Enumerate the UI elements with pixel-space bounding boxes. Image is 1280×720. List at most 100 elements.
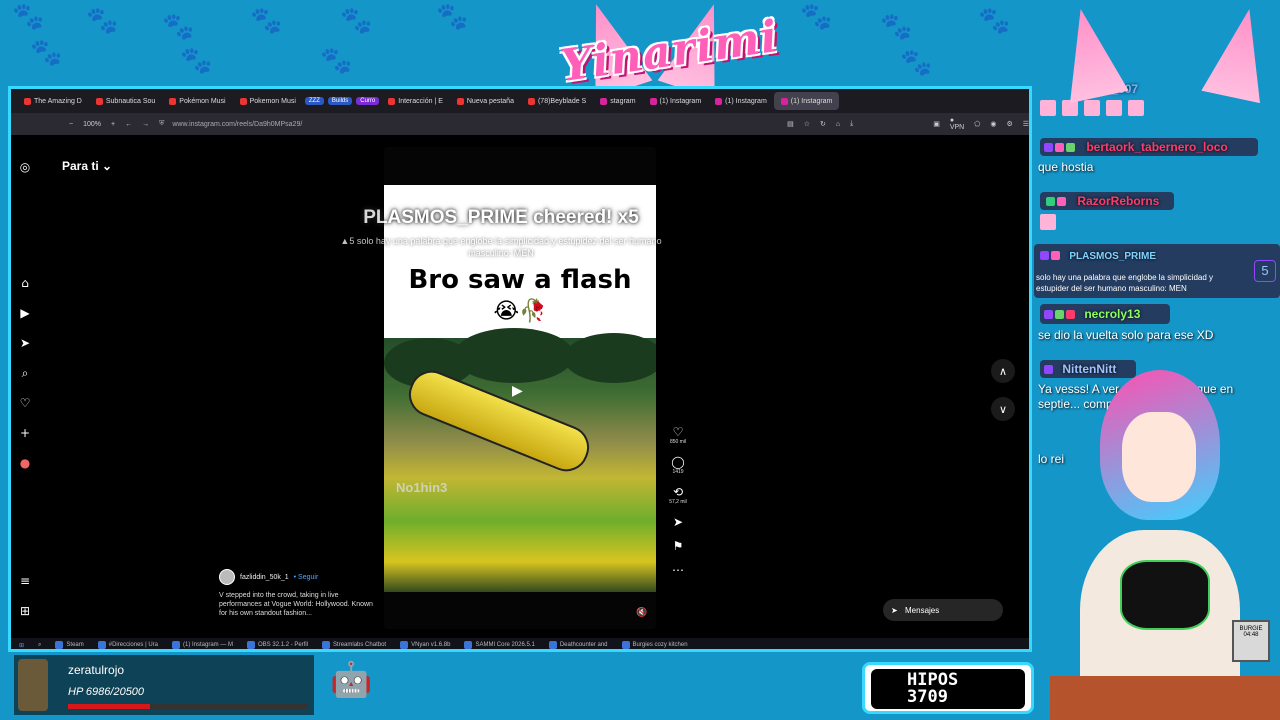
back-icon[interactable]: ← [125,121,132,128]
create-nav-icon[interactable]: + [17,425,33,441]
tab-favicon-icon [456,97,464,105]
search-icon[interactable]: ⌕ [38,642,41,649]
tab-favicon-icon [527,97,535,105]
home-nav-icon[interactable]: ⌂ [17,275,33,291]
paw-decoration: 🐾 [978,6,1011,36]
taskbar-label: Steam [66,642,84,648]
cheer-amount: 5 [349,236,355,246]
action-count: 57,2 mil [669,499,687,505]
chat-message: se dio la vuelta solo para ese XD [1038,328,1214,342]
zoom-in-button[interactable]: + [111,121,115,128]
action-count: 1419 [672,469,684,475]
paw-decoration: 🐾 [800,2,833,32]
comment-button[interactable]: ◯ 1419 [671,455,684,475]
repost-button[interactable]: ⟲ 57,2 mil [669,485,687,505]
burgie-widget: BURGIE 04:48 [1232,620,1270,662]
browser-tab[interactable]: (78)Beyblade S [521,89,593,113]
hp-text: HP 6986/20500 [68,686,145,698]
more-button[interactable]: ⋯ [672,563,684,577]
url-input[interactable]: ⛨ www.instagram.com/reels/Da9h0MPsa29/ [159,116,667,132]
more-nav-icon[interactable]: ≡ [17,573,33,589]
cheer-message-text: solo hay una palabra que englobe la simp… [356,236,662,258]
tab-bar: The Amazing D Subnautica Sou Pokémon Musi P… [11,89,1029,113]
more-icon: ⋯ [672,563,684,577]
bookmark-button[interactable]: ⚑ [673,539,684,553]
paw-decoration: 🐾 [86,6,119,36]
notifications-nav-icon[interactable]: ♡ [17,395,33,411]
home-icon[interactable]: ⌂ [836,121,840,128]
tab-label: Pokémon Musi [179,97,226,105]
taskbar-item[interactable]: (1) Instagram — M [172,641,233,649]
taskbar-item[interactable]: SAMMI Core 2026.5.1 [464,641,535,649]
url-text: www.instagram.com/reels/Da9h0MPsa29/ [172,120,303,128]
settings-icon[interactable]: ⚙ [1006,120,1012,128]
reels-nav-icon[interactable]: ▶ [17,305,33,321]
browser-tab[interactable]: The Amazing D [17,89,89,113]
chat-user: necroly13 [1044,307,1140,321]
taskbar-item[interactable]: #Direcciones | Ura [97,641,158,649]
browser-tab[interactable]: Pokemon Musi [233,89,303,113]
instagram-icon[interactable]: ◎ [17,159,33,175]
heart-button[interactable]: ♡ 850 mil [670,425,686,445]
puzzle-icon[interactable]: ⬠ [974,120,980,128]
taskbar-item[interactable]: VNyan v1.6.8b [400,641,450,649]
avatar[interactable] [219,569,235,585]
action-count: 850 mil [669,439,687,445]
star-icon[interactable]: ☆ [804,120,810,128]
player-hp-widget: zeratulrojo HP 6986/20500 [14,655,314,715]
prev-reel-button[interactable]: ∧ [991,359,1015,383]
browser-tab[interactable]: (1) Instagram [773,92,840,110]
browser-tab[interactable]: Pokémon Musi [162,89,232,113]
paw-decoration: 🐾 [180,46,213,76]
app-icon [322,641,331,649]
browser-tab[interactable]: Interacción | E [381,89,450,113]
menu-icon[interactable]: ☰ [1023,120,1029,128]
search-nav-icon[interactable]: ⌕ [17,365,33,381]
forward-icon[interactable]: → [142,121,149,128]
download-icon[interactable]: ⤓ [850,120,853,128]
meta-nav-icon[interactable]: ⊞ [17,603,33,619]
reader-icon[interactable]: ▤ [787,120,794,128]
next-reel-button[interactable]: ∨ [991,397,1015,421]
player-avatar [18,659,48,711]
zoom-out-button[interactable]: − [69,121,73,128]
messages-button[interactable]: ➤ Mensajes [883,599,1003,621]
taskbar-item[interactable]: Burgies cozy kitchen [621,641,688,649]
bookmark-folder[interactable]: Builds [327,97,353,105]
browser-tab[interactable]: Subnautica Sou [89,89,162,113]
feed-selector[interactable]: Para ti ⌄ [62,159,112,173]
taskbar-label: Streamlabs Chatbot [333,642,387,648]
reload-icon[interactable]: ↻ [820,120,826,128]
tab-favicon-icon [388,97,396,105]
browser-tab[interactable]: stagram [593,89,642,113]
taskbar-item[interactable]: Steam [55,641,84,649]
pixel-character: 🤖 [330,660,373,700]
start-icon[interactable]: ⊞ [19,642,24,649]
vpn-button[interactable]: ● VPN [950,117,964,131]
taskbar-item[interactable]: Deathcounter and [548,641,608,649]
tab-label: The Amazing D [34,97,82,105]
account-icon[interactable]: ◉ [990,120,996,128]
browser-tab[interactable]: (1) Instagram [708,89,774,113]
extension-icon[interactable]: ▣ [933,120,940,128]
author-name[interactable]: fazliddin_50k_1 [240,574,289,581]
taskbar-label: OBS 32.1.2 - Perfil [258,642,309,648]
direct-nav-icon[interactable]: ➤ [17,335,33,351]
taskbar-label: (1) Instagram — M [183,642,234,648]
play-icon[interactable]: ▶ [512,382,523,399]
profile-nav-icon[interactable]: ● [17,455,33,471]
reel-actions: ♡ 850 mil ◯ 1419 ⟲ 57,2 mil ➤ ⚑ ⋯ [668,425,688,587]
app-icon [621,641,630,649]
bookmark-folder[interactable]: Curro [356,97,380,105]
share-button[interactable]: ➤ [673,515,683,529]
browser-tab[interactable]: (1) Instagram [643,89,709,113]
paw-decoration: 🐾 [436,2,469,32]
bookmark-folder[interactable]: ZZZ [304,97,324,105]
mute-icon[interactable]: 🔇 [636,607,647,618]
taskbar-item[interactable]: OBS 32.1.2 - Perfil [247,641,308,649]
share-icon: ➤ [672,515,684,529]
browser-tab[interactable]: Nueva pestaña [450,89,521,113]
taskbar-item[interactable]: Streamlabs Chatbot [322,641,386,649]
app-icon [172,641,180,649]
follow-link[interactable]: • Seguir [294,574,319,581]
